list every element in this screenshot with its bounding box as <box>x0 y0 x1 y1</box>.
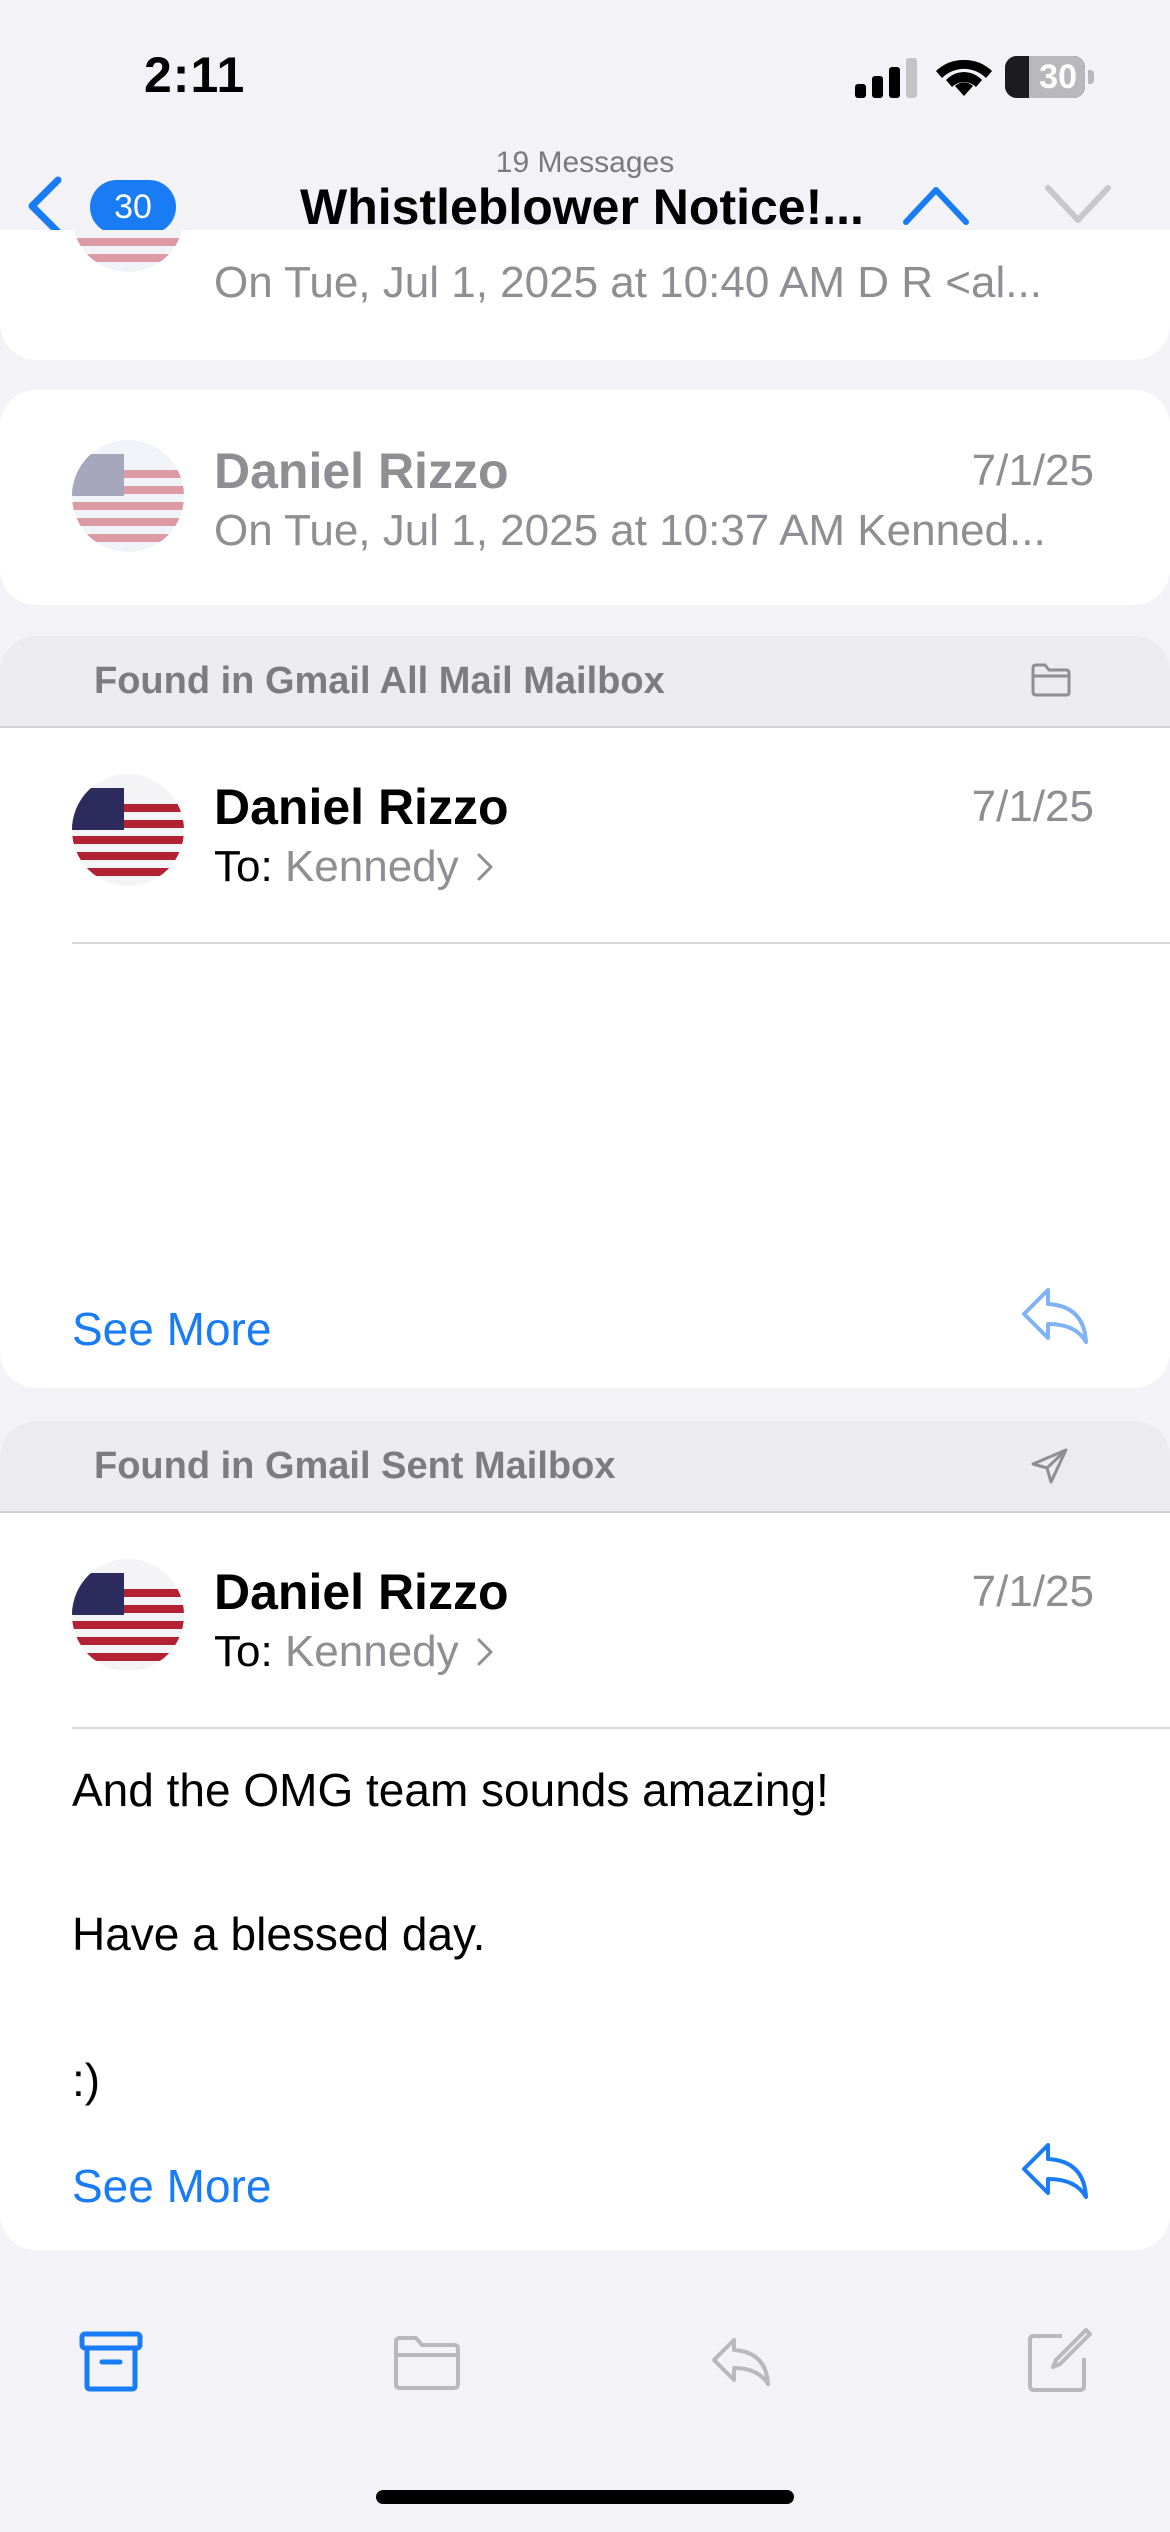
message-preview: On Tue, Jul 1, 2025 at 10:40 AM D R <al.… <box>214 258 1042 307</box>
chevron-down-icon[interactable] <box>1044 182 1112 228</box>
status-time: 2:11 <box>144 47 246 103</box>
message-body-line: :) <box>72 2054 101 2106</box>
message-date: 7/1/25 <box>971 446 1094 495</box>
reply-icon[interactable] <box>1018 1284 1092 1348</box>
flag-avatar-icon <box>72 440 184 552</box>
avatar <box>72 230 184 272</box>
message-body-line: And the OMG team sounds amazing! <box>72 1764 829 1816</box>
to-label: To: <box>214 1627 273 1676</box>
header-divider <box>72 942 1170 944</box>
sender-name: Daniel Rizzo <box>214 779 509 835</box>
message-card-all-mail[interactable]: Daniel Rizzo 7/1/25 To: Kennedy See More <box>0 728 1170 1388</box>
back-chevron-icon[interactable] <box>22 174 66 238</box>
chevron-up-icon[interactable] <box>902 182 970 228</box>
recipient-line[interactable]: To: Kennedy <box>214 1627 497 1677</box>
section-label: Found in Gmail All Mail Mailbox <box>94 660 665 702</box>
reply-icon[interactable] <box>1018 2139 1092 2203</box>
flag-avatar-icon <box>72 1559 184 1671</box>
compose-icon[interactable] <box>1024 2326 1094 2396</box>
wifi-icon <box>936 59 992 96</box>
message-preview: On Tue, Jul 1, 2025 at 10:37 AM Kenned..… <box>214 506 1046 555</box>
chevron-right-icon <box>477 1638 493 1666</box>
recipient-line[interactable]: To: Kennedy <box>214 842 497 892</box>
message-card-sent[interactable]: Daniel Rizzo 7/1/25 To: Kennedy And the … <box>0 1513 1170 2250</box>
to-label: To: <box>214 842 273 891</box>
section-header-all-mail: Found in Gmail All Mail Mailbox <box>0 636 1170 726</box>
message-card-partial[interactable]: On Tue, Jul 1, 2025 at 10:40 AM D R <al.… <box>0 230 1170 360</box>
folder-icon <box>1031 663 1071 697</box>
recipient-name[interactable]: Kennedy <box>285 842 459 891</box>
message-date: 7/1/25 <box>971 1567 1094 1616</box>
section-header-sent: Found in Gmail Sent Mailbox <box>0 1421 1170 1511</box>
header-divider <box>72 1727 1170 1729</box>
battery-cap <box>1088 70 1094 84</box>
cellular-signal-icon <box>855 58 917 98</box>
folder-icon[interactable] <box>392 2326 462 2396</box>
battery-indicator: 30 <box>1005 56 1085 98</box>
home-indicator[interactable] <box>376 2490 794 2504</box>
paper-plane-icon <box>1031 1448 1068 1484</box>
avatar <box>72 440 184 552</box>
message-body-line: Have a blessed day. <box>72 1908 486 1960</box>
see-more-link[interactable]: See More <box>72 1302 271 1356</box>
message-count: 19 Messages <box>495 146 675 179</box>
avatar <box>72 774 184 886</box>
sender-name: Daniel Rizzo <box>214 1564 509 1620</box>
recipient-name[interactable]: Kennedy <box>285 1627 459 1676</box>
chevron-right-icon <box>477 853 493 881</box>
avatar <box>72 1559 184 1671</box>
sender-name: Daniel Rizzo <box>214 443 509 499</box>
archive-icon[interactable] <box>76 2326 146 2396</box>
message-date: 7/1/25 <box>971 782 1094 831</box>
battery-level: 30 <box>1039 57 1077 96</box>
flag-avatar-icon <box>72 230 184 272</box>
unread-count-badge[interactable]: 30 <box>90 180 176 234</box>
thread-title: Whistleblower Notice!... <box>300 179 864 235</box>
section-label: Found in Gmail Sent Mailbox <box>94 1445 616 1487</box>
see-more-link[interactable]: See More <box>72 2159 271 2213</box>
reply-all-icon[interactable] <box>706 2326 776 2396</box>
message-card[interactable]: Daniel Rizzo 7/1/25 On Tue, Jul 1, 2025 … <box>0 390 1170 605</box>
flag-avatar-icon <box>72 774 184 886</box>
